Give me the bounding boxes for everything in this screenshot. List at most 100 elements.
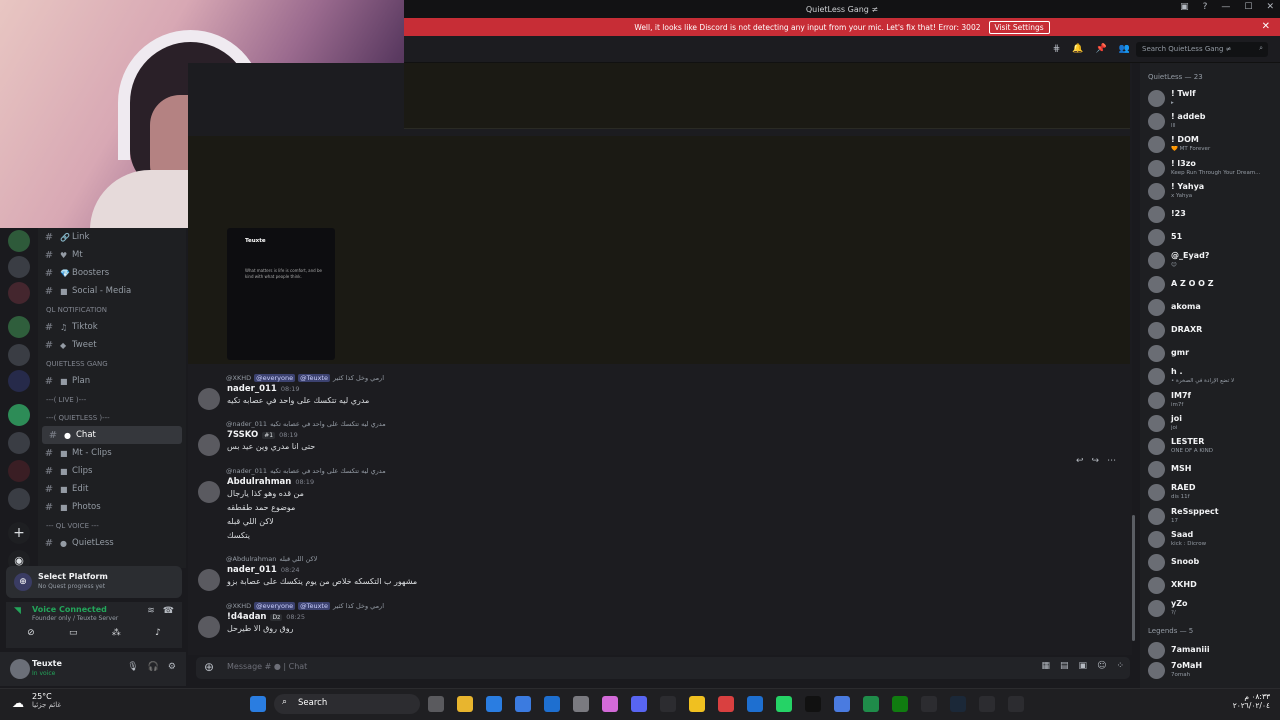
member-item[interactable]: !23 [1146, 203, 1276, 225]
server-icon[interactable] [8, 256, 30, 278]
members-icon[interactable]: 👥 [1119, 44, 1130, 54]
channel-tweet[interactable]: # ◆ Tweet [38, 336, 183, 354]
disconnect-icon[interactable]: ☎ [163, 606, 174, 616]
taskbar-app-icon[interactable] [1008, 696, 1024, 712]
taskbar-app-icon[interactable] [892, 696, 908, 712]
inbox-icon[interactable]: ▣ [1180, 2, 1189, 12]
member-item[interactable]: ! DOM 🧡 MT Forever [1146, 133, 1276, 155]
member-item[interactable]: h . • لا تضع الإرادة في الصخرة [1146, 365, 1276, 387]
mention[interactable]: @everyone [254, 374, 296, 382]
member-item[interactable]: MSH [1146, 458, 1276, 480]
add-server-icon[interactable]: + [8, 522, 30, 544]
author-name[interactable]: 7SSKO [227, 430, 258, 440]
channel-plan[interactable]: # ■ Plan [38, 372, 183, 390]
avatar[interactable] [198, 569, 220, 591]
gift-icon[interactable]: ▦ [1042, 661, 1051, 671]
screen-share-icon[interactable]: ▭ [69, 628, 78, 638]
taskbar-app-icon[interactable] [602, 696, 618, 712]
avatar[interactable] [198, 434, 220, 456]
scrollbar[interactable] [1132, 515, 1135, 641]
help-icon[interactable]: ? [1203, 2, 1208, 12]
mention[interactable]: @Teuxte [298, 374, 330, 382]
member-item[interactable]: ! Twlf ▸ [1146, 87, 1276, 109]
reply-preview[interactable]: @nader_011 مدري ليه تتكسك على واحد في عصا… [196, 418, 1126, 430]
channel-photos[interactable]: # ■ Photos [38, 498, 183, 516]
member-item[interactable]: ! l3zo Keep Run Through Your Dream... [1146, 157, 1276, 179]
member-item[interactable]: ! Yahya x Yahya [1146, 180, 1276, 202]
member-item[interactable]: @_Eyad? 😊 [1146, 249, 1276, 271]
sticker-icon[interactable]: ▣ [1079, 661, 1088, 671]
message-composer[interactable]: ⊕ Message # ● | Chat ▦ ▤ ▣ ☺ ⁘ [196, 657, 1130, 679]
embed-phone-screenshot[interactable]: Teuxte What matters is life is comfort, … [227, 228, 335, 360]
member-item[interactable]: 7amaniii [1146, 639, 1276, 661]
taskbar-app-icon[interactable] [921, 696, 937, 712]
member-item[interactable]: joi joi [1146, 412, 1276, 434]
taskbar-app-icon[interactable] [863, 696, 879, 712]
camera-off-icon[interactable]: ⊘ [27, 628, 35, 638]
weather-widget[interactable]: ☁ 25°C غائم جزئيا [12, 692, 61, 710]
channel-mt-clips[interactable]: # ■ Mt - Clips [38, 444, 183, 462]
noise-suppression-icon[interactable]: ≋ [147, 606, 155, 616]
avatar[interactable] [198, 616, 220, 638]
mic-icon[interactable]: 🎙 [127, 662, 138, 672]
reply-preview[interactable]: @XKHD @everyone @Teuxte ارمي وخل كذا كثير [196, 600, 1126, 612]
signal-icon[interactable]: ◥ [14, 606, 21, 616]
member-item[interactable]: 7oMaH 7omah [1146, 659, 1276, 681]
member-item[interactable]: Snoob [1146, 551, 1276, 573]
avatar[interactable] [198, 481, 220, 503]
close-button[interactable]: ✕ [1266, 2, 1274, 12]
minimize-button[interactable]: — [1221, 2, 1230, 12]
visit-settings-button[interactable]: Visit Settings [988, 20, 1050, 34]
taskbar-app-icon[interactable] [486, 696, 502, 712]
member-item[interactable]: XKHD [1146, 574, 1276, 596]
mention[interactable]: @Teuxte [298, 602, 330, 610]
category-ql-notification[interactable]: QL NOTIFICATION [46, 306, 107, 314]
category-live[interactable]: ---( LIVE )--- [46, 396, 86, 404]
member-item[interactable]: ReSsppect 17 [1146, 505, 1276, 527]
member-item[interactable]: Saad kick : Dicrow [1146, 528, 1276, 550]
reply-icon[interactable]: ↩ [1076, 456, 1084, 466]
add-attachment-icon[interactable]: ⊕ [204, 660, 214, 674]
taskbar-app-icon[interactable] [428, 696, 444, 712]
server-icon[interactable] [8, 488, 30, 510]
taskbar-app-icon[interactable] [747, 696, 763, 712]
apps-icon[interactable]: ⁘ [1116, 661, 1124, 671]
channel-boosters[interactable]: # 💎 Boosters [38, 264, 183, 282]
system-tray[interactable]: ٠٨:٣٣ م ٢٠٢٦/٠٢/٠٤ [1233, 692, 1270, 710]
avatar[interactable] [198, 388, 220, 410]
start-icon[interactable] [250, 696, 266, 712]
taskbar-app-icon[interactable] [544, 696, 560, 712]
member-item[interactable]: RAED dis 11f [1146, 481, 1276, 503]
activities-icon[interactable]: ⁂ [112, 628, 121, 638]
soundboard-icon[interactable]: ♪ [155, 628, 161, 638]
taskbar-app-icon[interactable] [515, 696, 531, 712]
server-icon[interactable] [8, 404, 30, 426]
server-icon[interactable] [8, 370, 30, 392]
server-icon[interactable] [8, 460, 30, 482]
reply-preview[interactable]: @nader_011 مدري ليه تتكسك على واحد في عصا… [196, 465, 1126, 477]
channel-mt[interactable]: # ♥ Mt [38, 246, 183, 264]
taskbar-app-icon[interactable] [573, 696, 589, 712]
server-icon[interactable] [8, 316, 30, 338]
member-item[interactable]: gmr [1146, 342, 1276, 364]
forward-icon[interactable]: ↪ [1092, 456, 1100, 466]
reply-preview[interactable]: @XKHD @everyone @Teuxte ارمي وخل كذا كثير [196, 372, 1126, 384]
taskbar-app-icon[interactable] [834, 696, 850, 712]
taskbar-app-icon[interactable] [950, 696, 966, 712]
bell-icon[interactable]: 🔔 [1072, 44, 1083, 54]
gear-icon[interactable]: ⚙ [168, 662, 176, 672]
member-item[interactable]: DRAXR [1146, 319, 1276, 341]
member-item[interactable]: LESTER ONE OF A KIND [1146, 435, 1276, 457]
avatar[interactable] [10, 659, 30, 679]
more-icon[interactable]: ⋯ [1107, 456, 1116, 466]
taskbar-app-icon[interactable] [631, 696, 647, 712]
taskbar-search[interactable]: ⌕ Search [274, 694, 420, 714]
server-icon[interactable] [8, 432, 30, 454]
taskbar-app-icon[interactable] [660, 696, 676, 712]
server-icon[interactable] [8, 344, 30, 366]
emoji-icon[interactable]: ☺ [1097, 661, 1106, 671]
headset-icon[interactable]: 🎧 [148, 662, 159, 672]
taskbar-app-icon[interactable] [457, 696, 473, 712]
gif-icon[interactable]: ▤ [1060, 661, 1069, 671]
pin-icon[interactable]: 📌 [1096, 44, 1107, 54]
